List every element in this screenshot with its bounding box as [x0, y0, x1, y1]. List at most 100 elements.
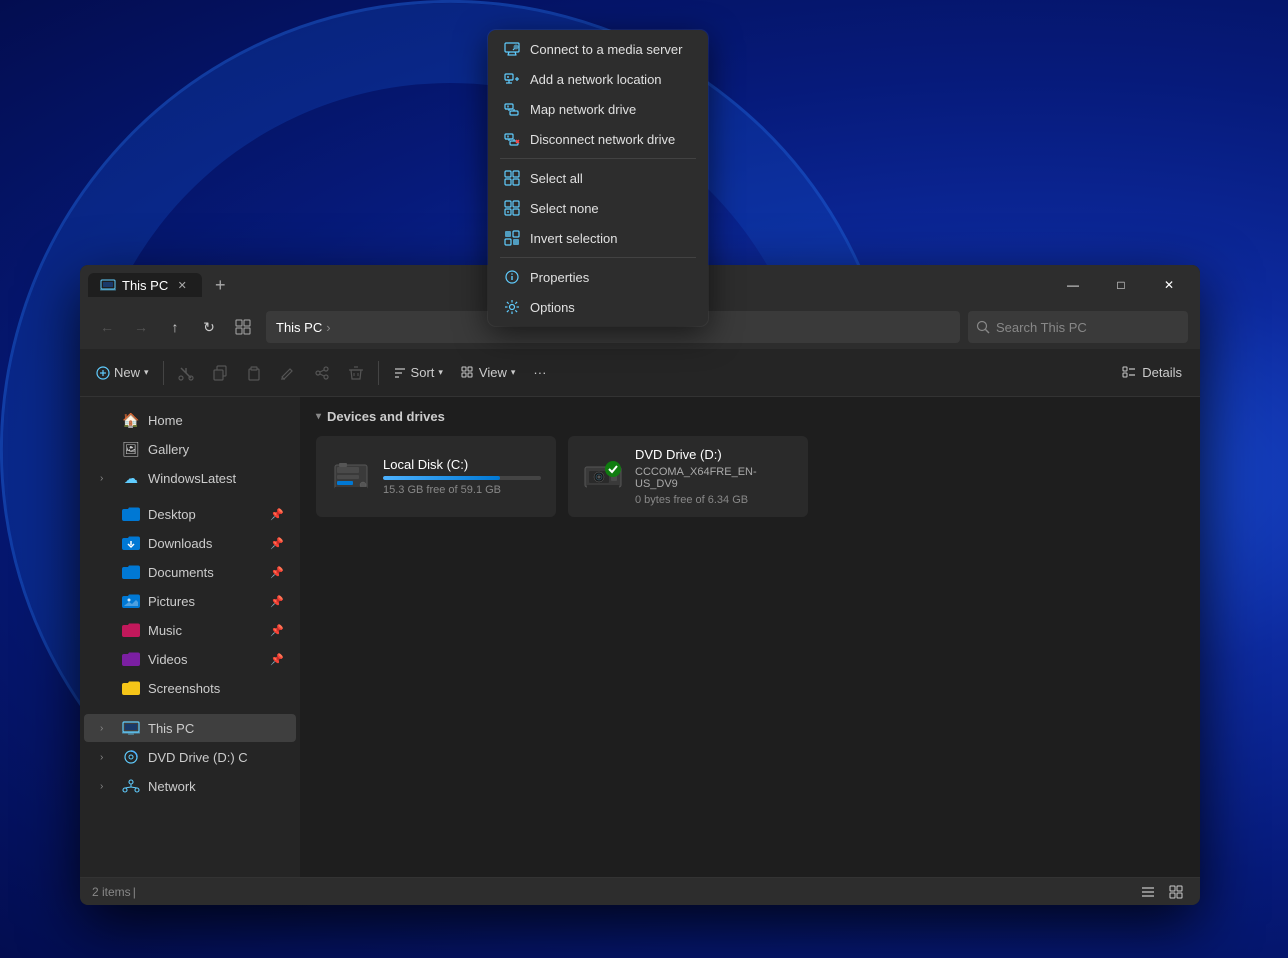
copy-button[interactable]: [204, 356, 236, 390]
breadcrumb-text: This PC: [276, 320, 322, 335]
toolbar-separator-2: [378, 361, 379, 385]
expand-arrow: ›: [100, 781, 114, 792]
expand-arrow: ›: [100, 473, 114, 484]
view-toggle-icon: [461, 366, 475, 380]
sidebar-item-pictures[interactable]: Pictures 📌: [84, 587, 296, 615]
menu-item-disconnect-network[interactable]: Disconnect network drive: [492, 124, 704, 154]
rename-icon: [280, 365, 296, 381]
drive-item-c[interactable]: Local Disk (C:) 15.3 GB free of 59.1 GB: [316, 436, 556, 517]
expand-arrow: ›: [100, 723, 114, 734]
expand-arrow: ›: [100, 752, 114, 763]
toolbar-separator-1: [163, 361, 164, 385]
sort-button[interactable]: Sort ▾: [385, 356, 451, 390]
sidebar-label-dvd: DVD Drive (D:) C: [148, 750, 248, 765]
forward-button[interactable]: →: [126, 312, 156, 342]
section-toggle-icon: ▾: [316, 411, 321, 422]
drive-c-name: Local Disk (C:): [383, 457, 541, 472]
maximize-button[interactable]: □: [1098, 269, 1144, 301]
sidebar-item-desktop[interactable]: Desktop 📌: [84, 500, 296, 528]
grid-view-button[interactable]: [1164, 881, 1188, 903]
view-button[interactable]: [228, 312, 258, 342]
item-count: 2 items: [92, 885, 131, 899]
properties-icon: [504, 269, 520, 285]
menu-label-map-network: Map network drive: [530, 102, 636, 117]
refresh-button[interactable]: ↻: [194, 312, 224, 342]
paste-button[interactable]: [238, 356, 270, 390]
delete-button[interactable]: [340, 356, 372, 390]
menu-label-connect-media: Connect to a media server: [530, 42, 682, 57]
details-label: Details: [1142, 365, 1182, 380]
drive-c-bar: [383, 476, 541, 480]
sort-arrow: ▾: [438, 367, 443, 378]
pin-icon: 📌: [270, 653, 284, 666]
sidebar: 🏠 Home 🖼 Gallery › ☁ WindowsLatest: [80, 397, 300, 877]
dvd-icon: [583, 457, 623, 497]
menu-item-select-all[interactable]: Select all: [492, 163, 704, 193]
drive-d-name: DVD Drive (D:): [635, 447, 793, 462]
search-icon: [976, 320, 990, 334]
drive-c-fill: [383, 476, 500, 480]
sidebar-label-screenshots: Screenshots: [148, 681, 220, 696]
sidebar-label-downloads: Downloads: [148, 536, 212, 551]
menu-item-options[interactable]: Options: [492, 292, 704, 322]
tab-close-button[interactable]: ✕: [174, 277, 190, 293]
breadcrumb-sep: ›: [326, 320, 330, 335]
details-icon: [1122, 366, 1136, 380]
active-tab[interactable]: This PC ✕: [88, 273, 202, 297]
sidebar-item-network[interactable]: › Network: [84, 772, 296, 800]
rename-button[interactable]: [272, 356, 304, 390]
cut-button[interactable]: [170, 356, 202, 390]
view-controls: [1136, 881, 1188, 903]
sidebar-item-thispc[interactable]: › This PC: [84, 714, 296, 742]
copy-icon: [212, 365, 228, 381]
section-header-devices[interactable]: ▾ Devices and drives: [316, 409, 1184, 424]
drive-item-d[interactable]: DVD Drive (D:) CCCOMA_X64FRE_EN-US_DV9 0…: [568, 436, 808, 517]
sidebar-item-screenshots[interactable]: Screenshots: [84, 674, 296, 702]
sidebar-item-dvd[interactable]: › DVD Drive (D:) C: [84, 743, 296, 771]
sidebar-item-gallery[interactable]: 🖼 Gallery: [84, 435, 296, 463]
toolbar: New ▾: [80, 349, 1200, 397]
sidebar-item-videos[interactable]: Videos 📌: [84, 645, 296, 673]
close-button[interactable]: ✕: [1146, 269, 1192, 301]
share-icon: [314, 365, 330, 381]
menu-label-options: Options: [530, 300, 575, 315]
menu-item-add-network[interactable]: Add a network location: [492, 64, 704, 94]
back-button[interactable]: ←: [92, 312, 122, 342]
new-button[interactable]: New ▾: [88, 356, 157, 390]
sidebar-item-windowslatest[interactable]: › ☁ WindowsLatest: [84, 464, 296, 492]
sidebar-label-music: Music: [148, 623, 182, 638]
menu-item-select-none[interactable]: Select none: [492, 193, 704, 223]
delete-icon: [348, 365, 364, 381]
view-toggle-button[interactable]: View ▾: [453, 356, 523, 390]
pictures-folder-icon: [122, 592, 140, 610]
thispc-tab-icon: [100, 277, 116, 293]
minimize-button[interactable]: —: [1050, 269, 1096, 301]
sidebar-item-downloads[interactable]: Downloads 📌: [84, 529, 296, 557]
share-button[interactable]: [306, 356, 338, 390]
invert-selection-icon: [504, 230, 520, 246]
menu-label-add-network: Add a network location: [530, 72, 662, 87]
sidebar-label-thispc: This PC: [148, 721, 194, 736]
sidebar-item-music[interactable]: Music 📌: [84, 616, 296, 644]
menu-item-connect-media[interactable]: Connect to a media server: [492, 34, 704, 64]
file-area: ▾ Devices and drives: [300, 397, 1200, 877]
more-button[interactable]: ···: [525, 356, 554, 390]
menu-item-invert-selection[interactable]: Invert selection: [492, 223, 704, 253]
videos-folder-icon: [122, 650, 140, 668]
menu-item-map-network[interactable]: Map network drive: [492, 94, 704, 124]
menu-item-properties[interactable]: Properties: [492, 262, 704, 292]
sidebar-label-gallery: Gallery: [148, 442, 189, 457]
sidebar-item-home[interactable]: 🏠 Home: [84, 406, 296, 434]
add-tab-button[interactable]: +: [206, 271, 234, 299]
music-folder-icon: [122, 621, 140, 639]
desktop-folder-icon: [122, 505, 140, 523]
select-all-icon: [504, 170, 520, 186]
details-button[interactable]: Details: [1112, 361, 1192, 384]
sort-icon: [393, 366, 407, 380]
up-button[interactable]: ↑: [160, 312, 190, 342]
pin-icon: 📌: [270, 624, 284, 637]
pin-icon: 📌: [270, 537, 284, 550]
sidebar-item-documents[interactable]: Documents 📌: [84, 558, 296, 586]
list-view-button[interactable]: [1136, 881, 1160, 903]
search-bar[interactable]: Search This PC: [968, 311, 1188, 343]
